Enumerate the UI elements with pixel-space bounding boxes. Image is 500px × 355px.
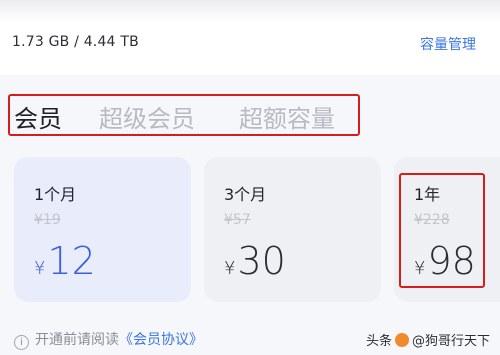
plan-price: ¥30 [224, 239, 286, 283]
currency-symbol: ¥ [224, 258, 236, 279]
tab-extra-capacity[interactable]: 超额容量 [239, 99, 335, 134]
agreement-prefix: 开通前请阅读 [35, 332, 119, 348]
agreement-link[interactable]: 《会员协议》 [119, 332, 203, 348]
watermark-author: @狗哥行天下 [411, 334, 490, 349]
watermark-logo-icon [394, 333, 409, 347]
storage-usage: 1.73 GB / 4.44 TB [12, 34, 139, 50]
watermark: 头条 @狗哥行天下 [366, 330, 490, 349]
plan-price-value: 30 [237, 239, 286, 283]
plan-original-price: ¥19 [34, 212, 61, 228]
agreement-notice: i 开通前请阅读《会员协议》 [14, 329, 203, 350]
currency-symbol: ¥ [34, 258, 46, 279]
storage-manage-link[interactable]: 容量管理 [420, 34, 476, 54]
plan-card-3-months[interactable]: 3个月 ¥57 ¥30 [204, 157, 381, 302]
plan-price: ¥12 [34, 239, 96, 283]
tab-super-membership[interactable]: 超级会员 [99, 99, 195, 134]
watermark-brand: 头条 [365, 334, 392, 349]
plan-original-price: ¥57 [224, 212, 251, 228]
year-plan-highlight-box [399, 173, 485, 288]
plan-period: 1个月 [34, 185, 77, 204]
info-icon: i [14, 335, 29, 350]
plan-card-1-month[interactable]: 1个月 ¥19 ¥12 [14, 157, 191, 302]
top-fade [0, 0, 500, 22]
plan-period: 3个月 [224, 185, 267, 204]
plan-price-value: 12 [47, 239, 96, 283]
tab-membership[interactable]: 会员 [14, 99, 62, 134]
